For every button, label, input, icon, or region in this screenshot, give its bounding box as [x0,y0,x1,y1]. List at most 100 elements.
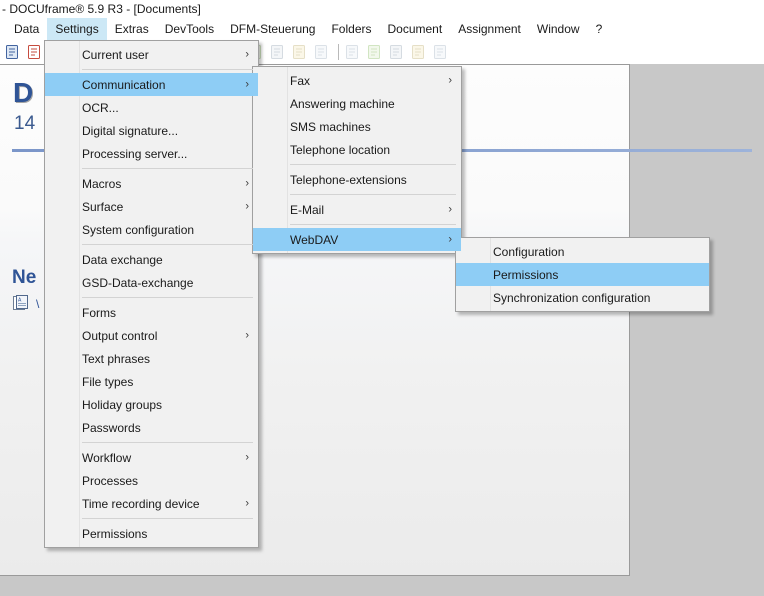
menubar-item-document[interactable]: Document [379,18,450,40]
chevron-right-icon: › [245,451,249,463]
menu-item-webdav[interactable]: WebDAV › [253,228,461,251]
settings-gear-delete-icon[interactable] [387,42,407,62]
calendar-icon[interactable] [25,42,45,62]
window-title: - DOCUframe® 5.9 R3 - [Documents] [2,2,201,16]
menu-item-fax[interactable]: Fax › [253,69,461,92]
document-icon: A [13,295,31,314]
chevron-right-icon: › [448,233,452,245]
address-card-delete-icon[interactable] [343,42,363,62]
menu-item-label: Holiday groups [82,397,163,412]
menu-item-label: Fax [290,73,311,88]
menu-item-label: Processing server... [82,146,188,161]
menu-settings[interactable]: Current user › Communication › OCR... Digital… [44,40,259,548]
menu-item-label: Permissions [493,267,559,282]
menu-item-configuration[interactable]: Configuration [456,240,709,263]
settings-gear-icon[interactable] [268,42,288,62]
tag-icon[interactable] [312,42,332,62]
menu-item-ocr[interactable]: OCR... [45,96,258,119]
menu-item-output-control[interactable]: Output control › [45,324,258,347]
menu-bar: Data Settings Extras DevTools DFM-Steuerung F… [0,18,764,40]
menu-separator [290,224,456,225]
menu-item-holiday-groups[interactable]: Holiday groups [45,393,258,416]
menu-item-label: Current user [82,47,149,62]
menubar-item-dfm-steuerung[interactable]: DFM-Steuerung [222,18,323,40]
chevron-right-icon: › [245,200,249,212]
menu-item-communication[interactable]: Communication › [45,73,258,96]
menu-item-sms-machines[interactable]: SMS machines [253,115,461,138]
menu-item-label: Processes [82,473,139,488]
checklist-delete-icon[interactable] [409,42,429,62]
menu-item-label: Telephone location [290,142,391,157]
menu-item-label: System configuration [82,222,195,237]
menu-item-label: SMS machines [290,119,371,134]
menu-item-label: GSD-Data-exchange [82,275,194,290]
menu-separator [82,69,253,70]
menu-item-processing-server[interactable]: Processing server... [45,142,258,165]
menu-item-forms[interactable]: Forms [45,301,258,324]
menu-item-permissions[interactable]: Permissions [456,263,709,286]
menubar-item-window[interactable]: Window [529,18,588,40]
checklist-icon[interactable] [290,42,310,62]
menu-separator [82,442,253,443]
menubar-item-assignment[interactable]: Assignment [450,18,529,40]
menu-item-label: E-Mail [290,202,325,217]
menu-item-e-mail[interactable]: E-Mail › [253,198,461,221]
menu-item-label: Telephone-extensions [290,172,407,187]
menu-item-passwords[interactable]: Passwords [45,416,258,439]
new-section-label: Ne [12,267,37,288]
menu-item-label: Workflow [82,450,132,465]
chevron-right-icon: › [245,48,249,60]
menu-item-label: Time recording device [82,496,200,511]
menu-item-label: Surface [82,199,124,214]
menu-item-permissions[interactable]: Permissions [45,522,258,545]
menu-item-text-phrases[interactable]: Text phrases [45,347,258,370]
menu-item-workflow[interactable]: Workflow › [45,446,258,469]
menu-item-label: Synchronization configuration [493,290,651,305]
tag-delete-icon[interactable] [431,42,451,62]
menubar-item-[interactable]: ? [588,18,611,40]
menubar-item-devtools[interactable]: DevTools [157,18,222,40]
document-icon-svg: A [13,295,28,310]
window-title-bar: - DOCUframe® 5.9 R3 - [Documents] [0,0,764,18]
menu-item-data-exchange[interactable]: Data exchange [45,248,258,271]
menu-item-label: Permissions [82,526,148,541]
menu-item-label: Communication [82,77,166,92]
menu-item-label: Digital signature... [82,123,179,138]
menu-item-label: File types [82,374,134,389]
menu-item-label: Text phrases [82,351,151,366]
menu-communication[interactable]: Fax › Answering machine SMS machines Telepho… [252,66,462,254]
menu-separator [82,297,253,298]
toolbar-separator [338,44,339,60]
menu-webdav[interactable]: Configuration Permissions Synchronization … [455,237,710,312]
chevron-right-icon: › [448,74,452,86]
menubar-item-extras[interactable]: Extras [107,18,157,40]
document-initial-letter: D [13,77,34,108]
menu-item-surface[interactable]: Surface › [45,195,258,218]
menu-item-macros[interactable]: Macros › [45,172,258,195]
document-icon-suffix: \ [36,297,40,311]
menu-item-file-types[interactable]: File types [45,370,258,393]
document-properties-icon[interactable] [3,42,23,62]
menu-item-telephone-extensions[interactable]: Telephone-extensions [253,168,461,191]
chevron-right-icon: › [245,329,249,341]
menubar-item-data[interactable]: Data [6,18,47,40]
menu-item-synchronization-configuration[interactable]: Synchronization configuration [456,286,709,309]
menu-item-digital-signature[interactable]: Digital signature... [45,119,258,142]
document-count: 14 [14,113,36,134]
chevron-right-icon: › [245,497,249,509]
menu-item-telephone-location[interactable]: Telephone location [253,138,461,161]
menu-item-label: Data exchange [82,252,163,267]
menu-item-processes[interactable]: Processes [45,469,258,492]
menubar-item-folders[interactable]: Folders [323,18,379,40]
menu-separator [82,244,253,245]
chevron-right-icon: › [245,177,249,189]
menu-item-gsd-data-exchange[interactable]: GSD-Data-exchange [45,271,258,294]
menubar-item-settings[interactable]: Settings [47,18,107,40]
menu-item-label: Forms [82,305,116,320]
menu-separator [82,168,253,169]
folder-green-delete-icon[interactable] [365,42,385,62]
menu-item-answering-machine[interactable]: Answering machine [253,92,461,115]
menu-item-system-configuration[interactable]: System configuration [45,218,258,241]
menu-item-time-recording-device[interactable]: Time recording device › [45,492,258,515]
menu-item-current-user[interactable]: Current user › [45,43,258,66]
